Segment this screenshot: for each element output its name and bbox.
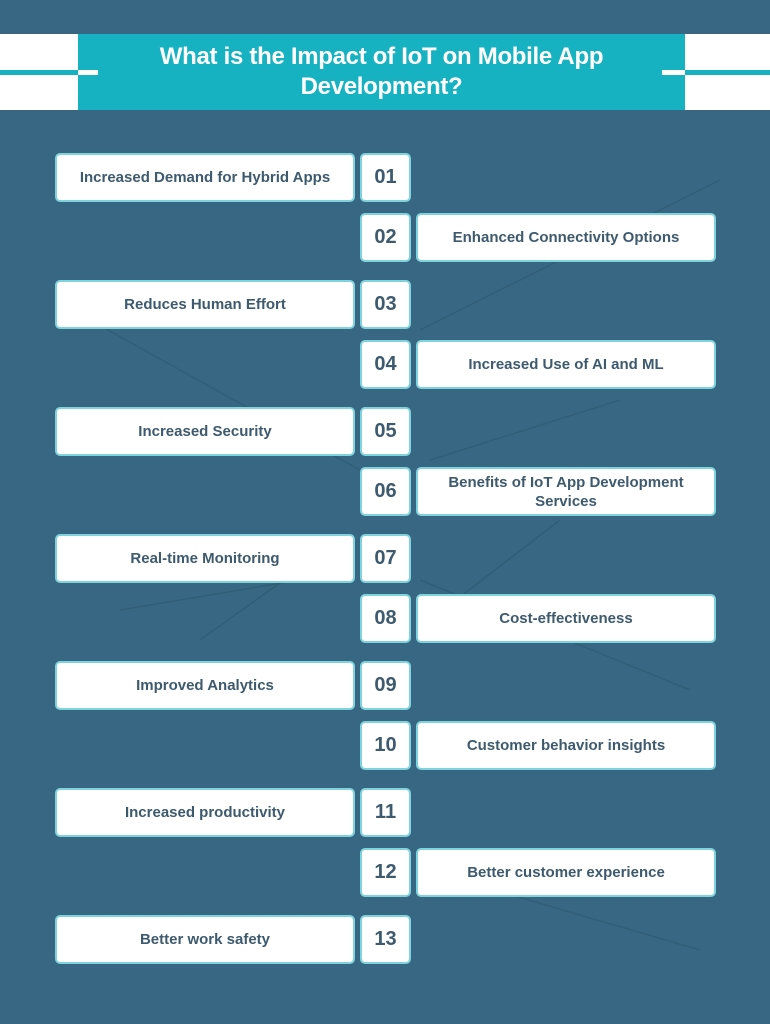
item-label: Enhanced Connectivity Options bbox=[416, 213, 716, 262]
item-number-badge: 10 bbox=[360, 721, 411, 770]
header-tick-right bbox=[662, 70, 685, 75]
item-label: Increased Use of AI and ML bbox=[416, 340, 716, 389]
header-tick-left bbox=[78, 70, 98, 75]
item-label: Increased productivity bbox=[55, 788, 355, 837]
item-number-badge: 13 bbox=[360, 915, 411, 964]
item-label: Cost-effectiveness bbox=[416, 594, 716, 643]
item-number-badge: 12 bbox=[360, 848, 411, 897]
header-accent-line-right bbox=[685, 70, 770, 75]
header-accent-line-left bbox=[0, 70, 78, 75]
item-label: Increased Security bbox=[55, 407, 355, 456]
item-label: Increased Demand for Hybrid Apps bbox=[55, 153, 355, 202]
item-number-badge: 03 bbox=[360, 280, 411, 329]
item-number-badge: 06 bbox=[360, 467, 411, 516]
item-number-badge: 08 bbox=[360, 594, 411, 643]
item-number-badge: 09 bbox=[360, 661, 411, 710]
item-number-badge: 07 bbox=[360, 534, 411, 583]
item-label: Real-time Monitoring bbox=[55, 534, 355, 583]
item-label: Reduces Human Effort bbox=[55, 280, 355, 329]
item-number-badge: 01 bbox=[360, 153, 411, 202]
item-number-badge: 05 bbox=[360, 407, 411, 456]
item-number-badge: 02 bbox=[360, 213, 411, 262]
item-label: Benefits of IoT App Development Services bbox=[416, 467, 716, 516]
page-title-banner: What is the Impact of IoT on Mobile App … bbox=[78, 34, 685, 110]
item-label: Better work safety bbox=[55, 915, 355, 964]
page-title: What is the Impact of IoT on Mobile App … bbox=[159, 43, 604, 100]
item-label: Customer behavior insights bbox=[416, 721, 716, 770]
item-number-badge: 11 bbox=[360, 788, 411, 837]
item-number-badge: 04 bbox=[360, 340, 411, 389]
item-label: Improved Analytics bbox=[55, 661, 355, 710]
item-label: Better customer experience bbox=[416, 848, 716, 897]
